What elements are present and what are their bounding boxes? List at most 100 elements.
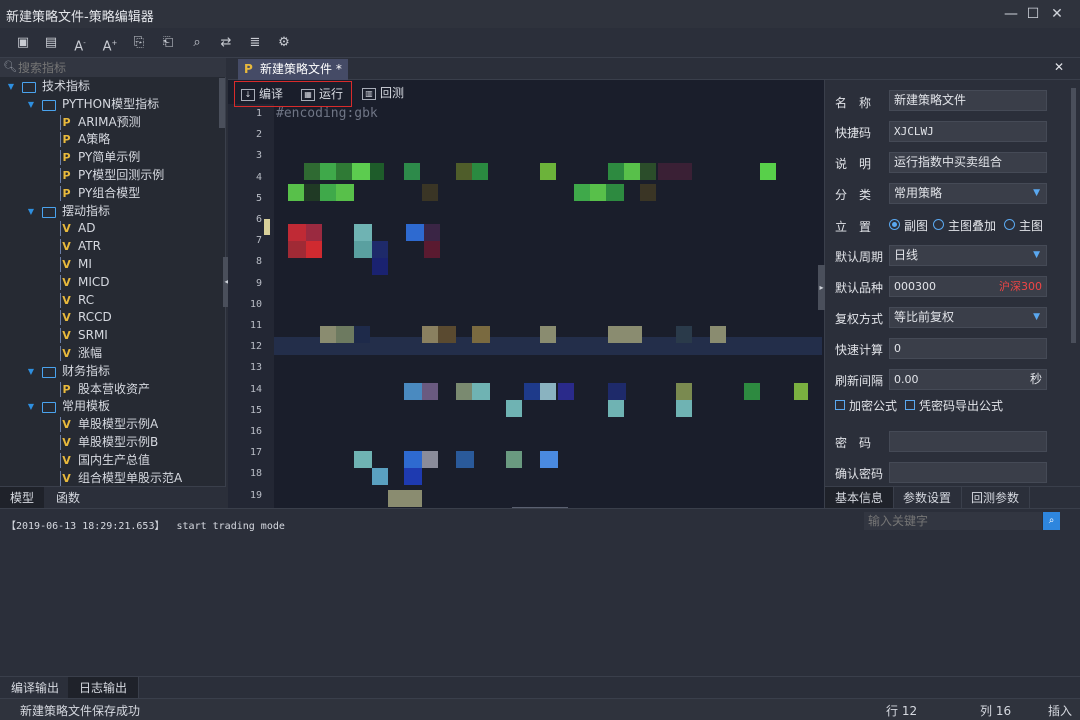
tree-item[interactable]: P ARIMA预测 bbox=[0, 114, 218, 132]
position-option-sub: 副图 bbox=[904, 219, 929, 233]
tree-item-label: 单股模型示例B bbox=[78, 435, 159, 449]
tree-item[interactable]: V MI bbox=[0, 256, 218, 274]
tree-item[interactable]: V MICD bbox=[0, 274, 218, 292]
tab-basic-info[interactable]: 基本信息 bbox=[825, 487, 895, 509]
save-all-icon[interactable]: ▤ bbox=[42, 34, 60, 52]
tree-item[interactable]: V 涨幅 bbox=[0, 345, 218, 363]
python-file-icon: P bbox=[60, 168, 72, 183]
tab-log-output[interactable]: 日志输出 bbox=[68, 677, 140, 699]
tab-function[interactable]: 函数 bbox=[46, 487, 90, 509]
line-number: 8 bbox=[255, 256, 262, 268]
tree-item[interactable]: V AD bbox=[0, 220, 218, 238]
tree-folder[interactable]: ▼ 摆动指标 bbox=[0, 203, 218, 221]
chevron-down-icon[interactable]: ▼ bbox=[26, 203, 36, 221]
properties-scrollbar[interactable] bbox=[1071, 88, 1076, 343]
tree-item[interactable]: V RC bbox=[0, 292, 218, 310]
editor-tab-strip: P 新建策略文件 * bbox=[228, 58, 1080, 80]
compile-button[interactable]: ↓ 编译 bbox=[241, 85, 283, 103]
tab-compile-output[interactable]: 编译输出 bbox=[0, 677, 70, 699]
chevron-down-icon[interactable]: ▼ bbox=[26, 96, 36, 114]
folder-icon bbox=[42, 366, 56, 378]
tree-folder[interactable]: ▼ 财务指标 bbox=[0, 363, 218, 381]
shortcut-field[interactable]: XJCLWJ bbox=[889, 121, 1047, 142]
find-icon[interactable]: ⌕ bbox=[188, 34, 206, 52]
close-icon[interactable]: ✕ bbox=[1046, 4, 1068, 24]
encrypt-label: 加密公式 bbox=[849, 399, 898, 413]
tree-item[interactable]: P A策略 bbox=[0, 131, 218, 149]
variety-field[interactable]: 000300 沪深300 bbox=[889, 276, 1047, 297]
code-editor-area: 1 2 3 4 5 6 7 8 9 10 11 12 13 14 15 16 17 18 19 #encoding:… bbox=[228, 58, 824, 511]
password-field[interactable] bbox=[889, 431, 1047, 452]
cursor-col: 列 16 bbox=[980, 704, 1012, 718]
tree-scrollbar[interactable] bbox=[219, 78, 225, 128]
description-field[interactable]: 运行指数中买卖组合 bbox=[889, 152, 1047, 173]
chevron-down-icon[interactable]: ▼ bbox=[26, 398, 36, 416]
settings-doc-icon[interactable]: ≣ bbox=[246, 34, 264, 52]
tree-item[interactable]: P PY简单示例 bbox=[0, 149, 218, 167]
insert-mode: 插入 bbox=[1048, 704, 1073, 718]
confirm-password-field[interactable] bbox=[889, 462, 1047, 483]
tree-item-label: MI bbox=[78, 257, 92, 271]
search-icon[interactable]: ⌕ bbox=[1043, 512, 1060, 530]
close-editor-tab-icon[interactable]: ✕ bbox=[1054, 60, 1068, 76]
collapse-right-panel-icon[interactable]: ▸ bbox=[818, 265, 825, 310]
tab-new-strategy-file[interactable]: P 新建策略文件 * bbox=[238, 59, 348, 80]
output-search-input[interactable] bbox=[864, 512, 1042, 530]
encrypt-checkbox[interactable] bbox=[835, 400, 845, 410]
password-label: 密 码 bbox=[835, 436, 872, 450]
tree-item[interactable]: V SRMI bbox=[0, 327, 218, 345]
tab-params[interactable]: 参数设置 bbox=[893, 487, 963, 509]
tree-item[interactable]: V RCCD bbox=[0, 309, 218, 327]
tree-item[interactable]: V 单股模型示例B bbox=[0, 434, 218, 452]
position-radio-main[interactable] bbox=[1004, 219, 1015, 230]
run-icon: ▦ bbox=[301, 88, 315, 101]
backtest-button[interactable]: ▥ 回测 bbox=[362, 84, 404, 102]
period-select[interactable]: 日线 ▼ bbox=[889, 245, 1047, 266]
position-radio-overlay[interactable] bbox=[933, 219, 944, 230]
adjust-select[interactable]: 等比前复权 ▼ bbox=[889, 307, 1047, 328]
category-select[interactable]: 常用策略 ▼ bbox=[889, 183, 1047, 204]
export-checkbox[interactable] bbox=[905, 400, 915, 410]
code-editor[interactable]: #encoding:gbk bbox=[274, 104, 822, 508]
code-line-1: #encoding:gbk bbox=[276, 106, 378, 121]
tree-item[interactable]: P 股本营收资产 bbox=[0, 381, 218, 399]
font-increase-icon[interactable]: A+ bbox=[101, 34, 119, 54]
formula-file-icon: V bbox=[60, 257, 72, 272]
position-radio-sub[interactable] bbox=[889, 219, 900, 230]
formula-file-icon: V bbox=[60, 328, 72, 344]
tree-item[interactable]: V 国内生产总值 bbox=[0, 452, 218, 470]
font-decrease-icon[interactable]: A- bbox=[71, 34, 89, 54]
tree-folder[interactable]: ▼ PYTHON模型指标 bbox=[0, 96, 218, 114]
save-icon[interactable]: ▣ bbox=[14, 34, 32, 52]
tree-item[interactable]: P PY模型回测示例 bbox=[0, 167, 218, 185]
refresh-value: 0.00 bbox=[894, 373, 919, 386]
name-field[interactable]: 新建策略文件 bbox=[889, 90, 1047, 111]
tree-item[interactable]: V 组合模型单股示范A bbox=[0, 470, 218, 486]
export-icon[interactable]: ⎗ bbox=[159, 34, 177, 52]
tree-folder[interactable]: ▼ 常用模板 bbox=[0, 398, 218, 416]
run-button[interactable]: ▦ 运行 bbox=[301, 85, 343, 103]
tab-backtest-params[interactable]: 回测参数 bbox=[961, 487, 1031, 509]
tree-item[interactable]: V 单股模型示例A bbox=[0, 416, 218, 434]
chevron-down-icon[interactable]: ▼ bbox=[6, 78, 16, 96]
formula-file-icon: V bbox=[60, 435, 72, 450]
maximize-icon[interactable]: ☐ bbox=[1022, 4, 1044, 24]
import-icon[interactable]: ⎘ bbox=[130, 34, 148, 52]
tree-item[interactable]: V ATR bbox=[0, 238, 218, 256]
refresh-field[interactable]: 0.00 秒 bbox=[889, 369, 1047, 390]
tree-item[interactable]: P PY组合模型 bbox=[0, 185, 218, 203]
minimize-icon[interactable]: — bbox=[1000, 4, 1022, 24]
fastcalc-field[interactable]: 0 bbox=[889, 338, 1047, 359]
shortcut-value: XJCLWJ bbox=[894, 125, 934, 138]
tree-folder[interactable]: ▼ 技术指标 bbox=[0, 78, 218, 96]
position-option-overlay: 主图叠加 bbox=[948, 219, 997, 233]
tab-model[interactable]: 模型 bbox=[0, 487, 45, 509]
format-icon[interactable]: ⇄ bbox=[217, 34, 235, 52]
python-file-icon: P bbox=[60, 381, 72, 397]
chevron-down-icon[interactable]: ▼ bbox=[26, 363, 36, 381]
compile-icon: ↓ bbox=[241, 88, 255, 101]
options-icon[interactable]: ⚙ bbox=[275, 34, 293, 52]
output-tabs: 编译输出 日志输出 bbox=[0, 676, 1080, 699]
tree-item-label: 国内生产总值 bbox=[78, 452, 151, 467]
adjust-label: 复权方式 bbox=[835, 312, 884, 326]
